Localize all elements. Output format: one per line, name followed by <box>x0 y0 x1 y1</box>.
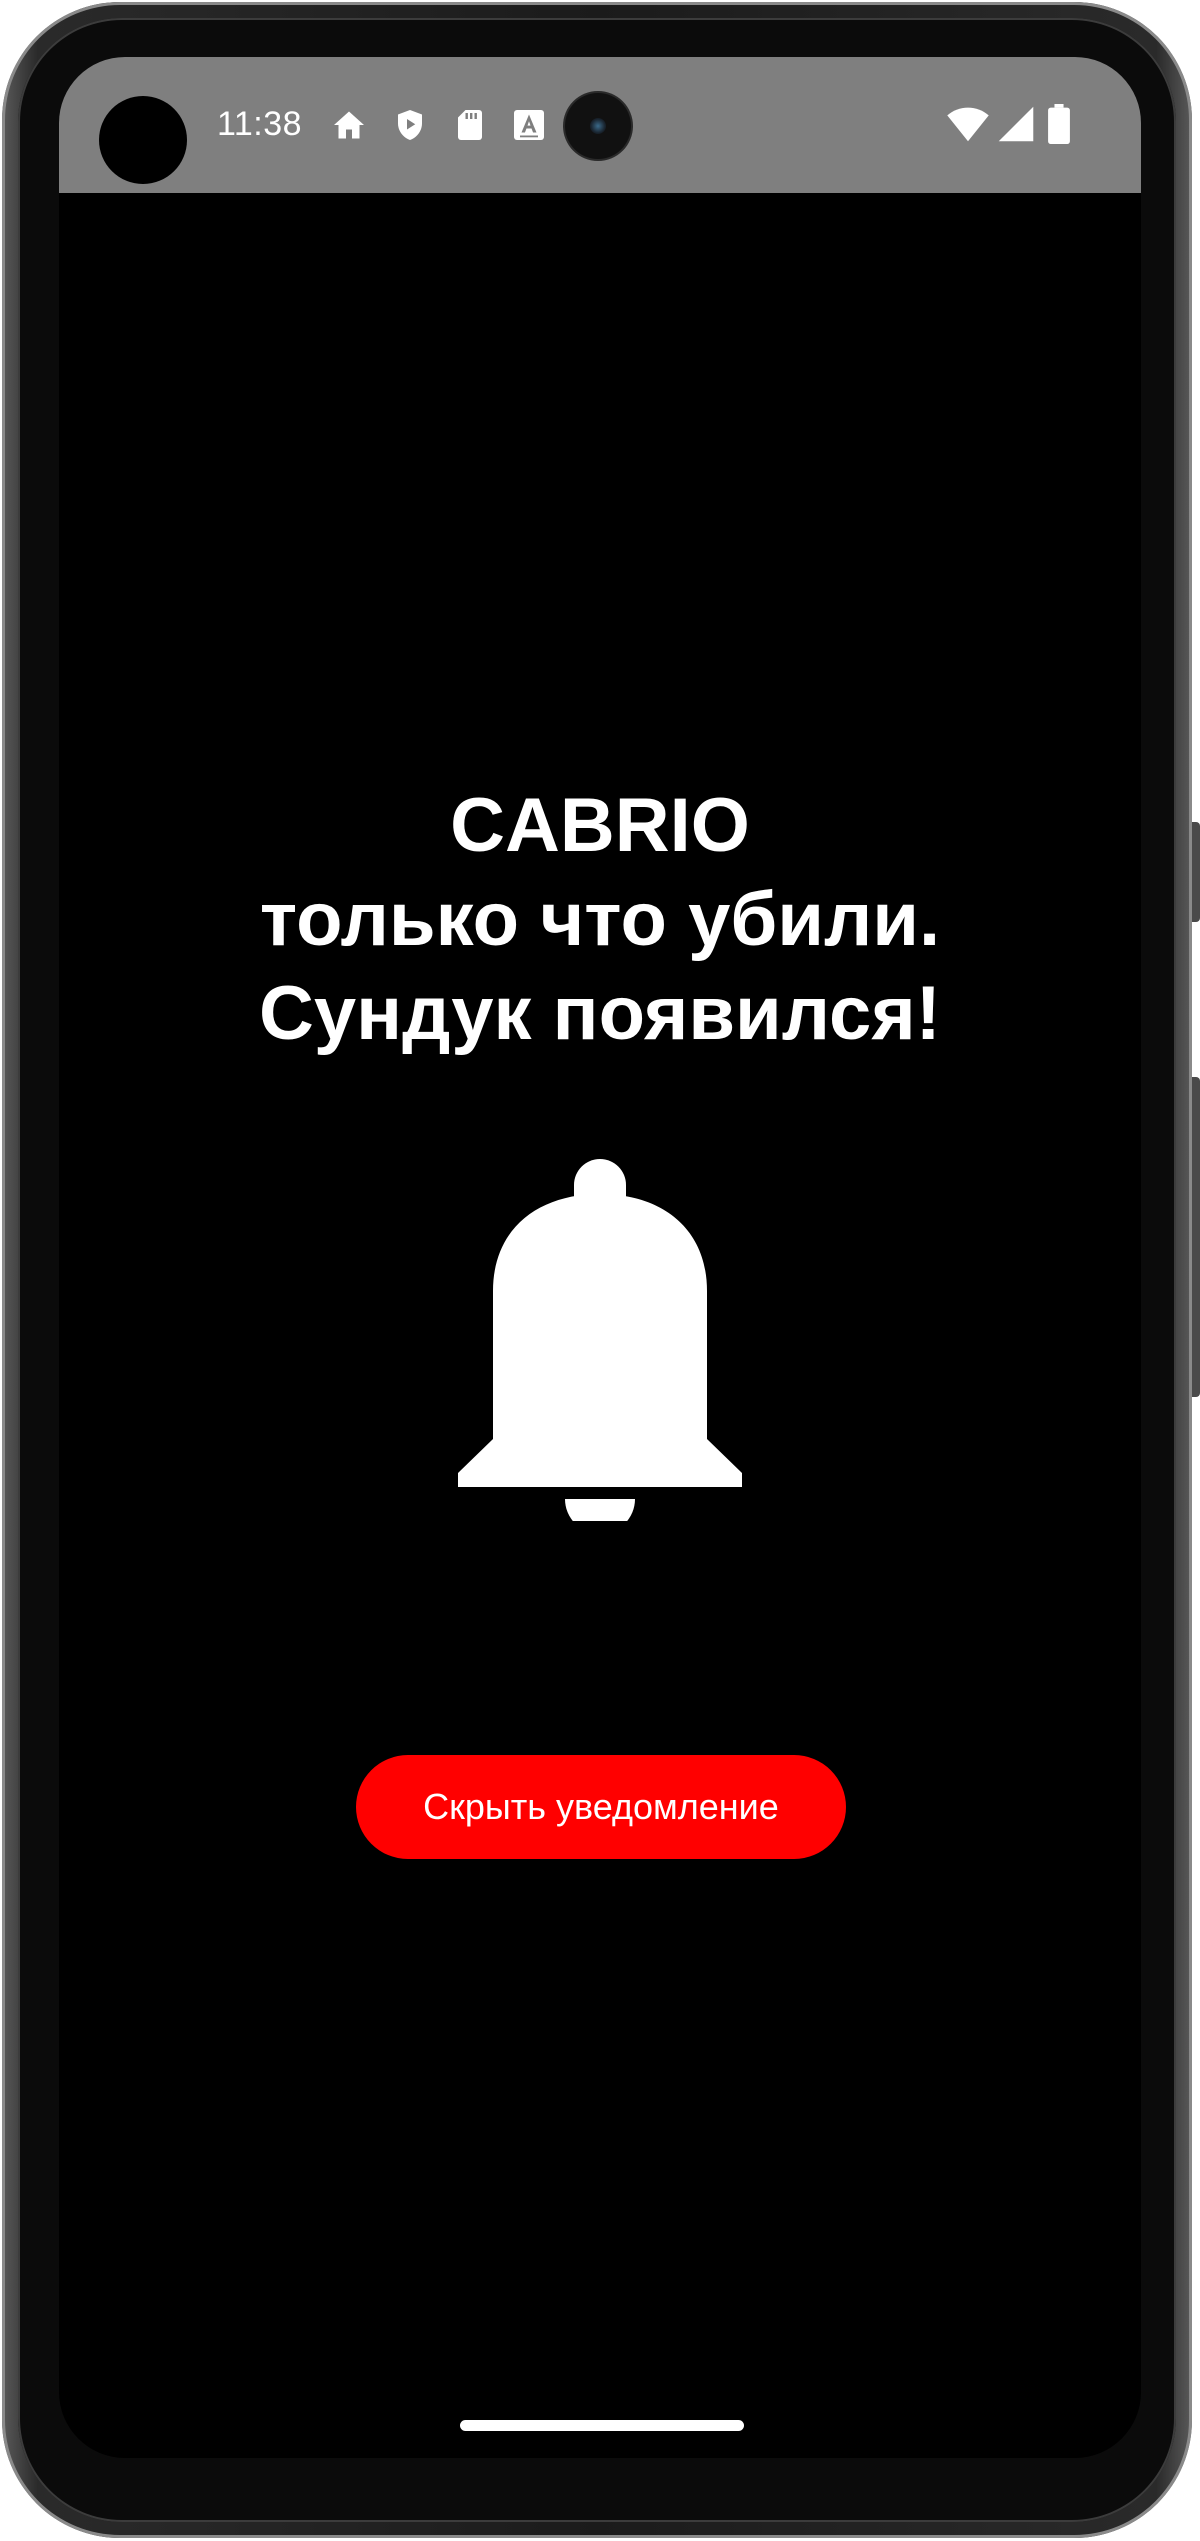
status-bar: 11:38 <box>59 57 1141 193</box>
power-button <box>1192 822 1200 922</box>
bell-icon <box>458 1159 742 1521</box>
status-time: 11:38 <box>217 105 303 143</box>
notification-title: CABRIO <box>450 783 750 868</box>
wifi-icon <box>947 107 989 142</box>
notification-message: CABRIO только что убили. Сундук появился… <box>59 779 1141 1061</box>
notification-line-2: только что убили. <box>259 877 941 962</box>
front-sensor <box>99 96 187 184</box>
hide-notification-button[interactable]: Скрыть уведомление <box>356 1755 846 1859</box>
sd-card-icon <box>458 110 482 140</box>
home-icon <box>334 111 364 139</box>
volume-button <box>1192 1077 1200 1397</box>
shield-icon <box>398 110 422 140</box>
front-camera <box>565 93 631 159</box>
home-indicator[interactable] <box>460 2420 744 2431</box>
font-a-icon <box>514 110 544 140</box>
notification-line-3: Сундук появился! <box>259 971 941 1056</box>
cellular-signal-icon <box>998 106 1034 142</box>
screen: 11:38 CABRIO только что убили. Сундук по… <box>59 57 1141 2458</box>
battery-icon <box>1048 104 1070 144</box>
